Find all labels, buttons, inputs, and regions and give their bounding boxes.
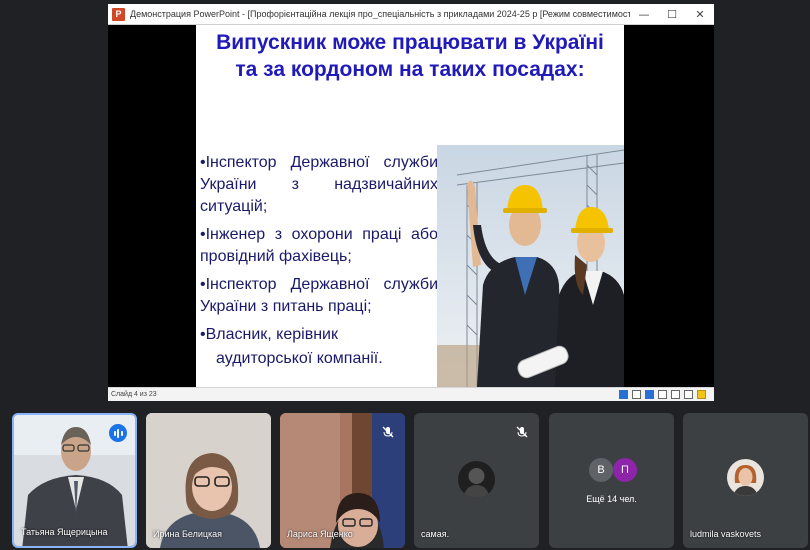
bullet-item: •Інспектор Державної служби України з на… <box>200 154 438 215</box>
participant-name: Татьяна Ящерицына <box>21 527 108 537</box>
previous-slide-icon[interactable] <box>619 390 628 399</box>
powerpoint-window: P Демонстрация PowerPoint - [Профорієнта… <box>108 4 714 401</box>
bullet-item: •Інженер з охорони праці або провідний ф… <box>200 226 438 265</box>
slide-sorter-icon[interactable] <box>671 390 680 399</box>
engineers-photo <box>437 145 624 387</box>
avatar-initial: В <box>589 458 613 482</box>
slide-title: Випускник може працювати в Україні та за… <box>216 31 604 81</box>
slide-bullet-list: •Інспектор Державної служби України з на… <box>200 152 438 376</box>
participant-tile[interactable]: Ирина Белицкая <box>146 413 271 548</box>
participant-name: ludmila vaskovets <box>690 529 762 539</box>
powerpoint-icon: P <box>112 7 125 21</box>
more-participants-label: Ещё 14 чел. <box>586 494 637 504</box>
maximize-button[interactable]: ☐ <box>658 4 686 25</box>
minimize-button[interactable]: — <box>630 4 658 25</box>
participant-name: Лариса Ященко <box>287 529 353 539</box>
slide[interactable]: Випускник може працювати в Україні та за… <box>196 25 624 387</box>
bullet-item: •Власник, керівник <box>200 326 338 343</box>
participant-name: Ирина Белицкая <box>153 529 223 539</box>
view-buttons <box>619 390 706 399</box>
bullet-item: •Інспектор Державної служби України з пи… <box>200 276 438 315</box>
bullet-continuation: аудиторської компанії. <box>216 350 383 367</box>
next-slide-icon[interactable] <box>645 390 654 399</box>
pen-icon[interactable] <box>632 390 641 399</box>
mic-off-icon <box>516 426 528 438</box>
participant-video <box>146 413 271 548</box>
reading-view-icon[interactable] <box>684 390 693 399</box>
participant-avatar <box>727 459 764 496</box>
participant-avatar <box>458 461 495 498</box>
window-title: Демонстрация PowerPoint - [Профорієнтаці… <box>130 9 630 19</box>
window-titlebar: P Демонстрация PowerPoint - [Профорієнта… <box>108 4 714 25</box>
participant-name: самая. <box>421 529 450 539</box>
normal-view-icon[interactable] <box>658 390 667 399</box>
participant-tile[interactable]: Татьяна Ящерицына <box>12 413 137 548</box>
more-participants-tile[interactable]: В П Ещё 14 чел. <box>549 413 674 548</box>
slideshow-icon[interactable] <box>697 390 706 399</box>
slide-view: Випускник може працювати в Україні та за… <box>108 25 714 387</box>
avatar-initial: П <box>613 458 637 482</box>
statusbar: Слайд 4 из 23 <box>108 387 714 401</box>
slide-counter: Слайд 4 из 23 <box>111 391 157 398</box>
participant-initials: В П <box>589 458 639 484</box>
mic-off-icon <box>382 426 394 438</box>
speaking-indicator-icon <box>109 424 127 442</box>
video-call-screen: P Демонстрация PowerPoint - [Профорієнта… <box>0 0 810 550</box>
window-controls: — ☐ ✕ <box>630 4 714 25</box>
participant-tile[interactable]: самая. <box>414 413 539 548</box>
participant-tile[interactable]: Лариса Ященко <box>280 413 405 548</box>
close-button[interactable]: ✕ <box>686 4 714 25</box>
participant-tile[interactable]: ludmila vaskovets <box>683 413 808 548</box>
